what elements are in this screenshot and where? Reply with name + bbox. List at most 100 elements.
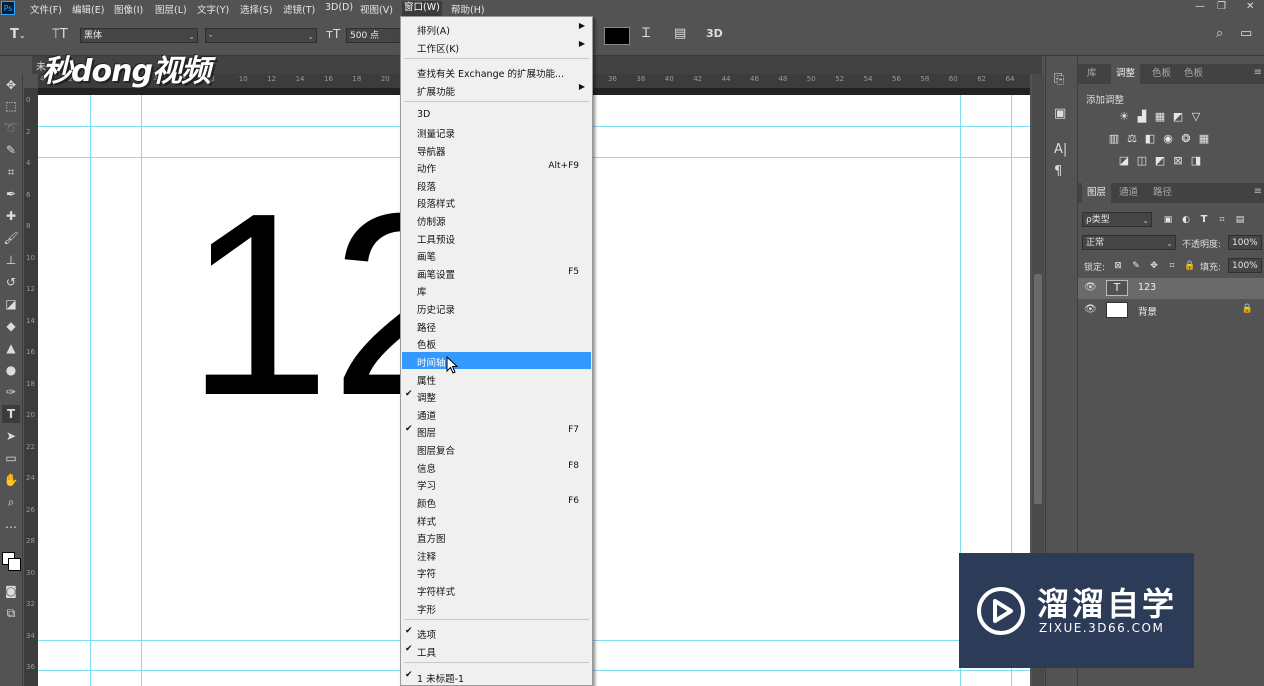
history-panel-icon[interactable]: ⎘	[1054, 72, 1064, 87]
menu-item-color[interactable]: 颜色 F6	[402, 493, 591, 510]
stamp-tool-icon[interactable]: ⊥	[2, 251, 20, 269]
menu-item-paragraph[interactable]: 段落	[402, 176, 591, 193]
lock-transparency-icon[interactable]: ⊠	[1112, 260, 1124, 272]
panel-menu-icon[interactable]: ≡	[1254, 67, 1262, 78]
black-white-icon[interactable]: ◧	[1144, 133, 1156, 145]
menu-window[interactable]: 窗口(W)	[402, 1, 442, 16]
menu-item-histogram[interactable]: 直方图	[402, 528, 591, 545]
menu-type[interactable]: 文字(Y)	[197, 2, 229, 16]
filter-adjustment-icon[interactable]: ◐	[1180, 214, 1192, 226]
menu-item-glyphs[interactable]: 字形	[402, 599, 591, 616]
menu-item-swatches[interactable]: 色板	[402, 334, 591, 351]
menu-item-tool-presets[interactable]: 工具预设	[402, 229, 591, 246]
paragraph-panel-icon[interactable]: ¶	[1054, 164, 1062, 179]
pen-tool-icon[interactable]: ✑	[2, 383, 20, 401]
menu-item-extensions[interactable]: 扩展功能 ▶	[402, 81, 591, 98]
menu-item-layer-comps[interactable]: 图层复合	[402, 440, 591, 457]
path-select-tool-icon[interactable]: ➤	[2, 427, 20, 445]
blur-tool-icon[interactable]: ▲	[2, 339, 20, 357]
font-size-select[interactable]: 500 点	[346, 28, 402, 43]
filter-smart-object-icon[interactable]: ▤	[1234, 214, 1246, 226]
panel-menu-icon[interactable]: ≡	[1254, 186, 1262, 197]
font-style-select[interactable]: - ⌄	[205, 28, 317, 43]
tab-layers[interactable]: 图层	[1082, 183, 1112, 203]
menu-item-options[interactable]: ✔ 选项	[402, 624, 591, 641]
eraser-tool-icon[interactable]: ◪	[2, 295, 20, 313]
more-tools-icon[interactable]: …	[2, 515, 20, 533]
menu-item-brush-settings[interactable]: 画笔设置 F5	[402, 264, 591, 281]
menu-item-open-document[interactable]: ✔ 1 未标题-1	[402, 668, 591, 685]
crop-tool-icon[interactable]: ⌗	[2, 163, 20, 181]
menu-image[interactable]: 图像(I)	[114, 2, 143, 16]
character-panel-icon[interactable]: A|	[1054, 142, 1067, 157]
type-tool-icon[interactable]: T	[2, 405, 20, 423]
menu-item-navigator[interactable]: 导航器	[402, 141, 591, 158]
filter-pixel-icon[interactable]: ▣	[1162, 214, 1174, 226]
threshold-icon[interactable]: ◩	[1154, 155, 1166, 167]
layer-row-text[interactable]: 👁 T 123	[1078, 278, 1264, 299]
blend-mode-select[interactable]: 正常 ⌄	[1082, 235, 1176, 250]
eye-icon[interactable]: 👁	[1084, 282, 1097, 293]
eye-icon[interactable]: 👁	[1084, 304, 1097, 315]
gradient-map-icon[interactable]: ◨	[1190, 155, 1202, 167]
rectangle-tool-icon[interactable]: ▭	[2, 449, 20, 467]
color-balance-icon[interactable]: ⚖	[1126, 133, 1138, 145]
selective-color-icon[interactable]: ⊠	[1172, 155, 1184, 167]
menu-item-notes[interactable]: 注释	[402, 546, 591, 563]
minimize-button[interactable]: —	[1195, 1, 1205, 12]
type-tool-preset-icon[interactable]: T⌄	[10, 27, 26, 42]
brush-tool-icon[interactable]: 🖌	[2, 229, 20, 247]
menu-file[interactable]: 文件(F)	[30, 2, 62, 16]
layer-filter-select[interactable]: ρ类型 ⌄	[1082, 212, 1152, 227]
menu-layer[interactable]: 图层(L)	[155, 2, 187, 16]
history-brush-tool-icon[interactable]: ↺	[2, 273, 20, 291]
quick-select-tool-icon[interactable]: ✎	[2, 141, 20, 159]
menu-item-3d[interactable]: 3D	[402, 106, 591, 123]
menu-item-actions[interactable]: 动作 Alt+F9	[402, 158, 591, 175]
lock-artboard-icon[interactable]: ⌗	[1166, 260, 1178, 272]
lock-pixels-icon[interactable]: ✎	[1130, 260, 1142, 272]
move-tool-icon[interactable]: ✥	[2, 76, 20, 94]
background-color-swatch[interactable]	[8, 558, 21, 571]
menu-item-clone-source[interactable]: 仿制源	[402, 211, 591, 228]
warp-text-icon[interactable]: Ꮖ	[642, 26, 651, 41]
tab-adjustments[interactable]: 调整	[1111, 64, 1141, 84]
fill-input[interactable]: 100%	[1228, 258, 1262, 273]
invert-icon[interactable]: ◪	[1118, 155, 1130, 167]
3d-icon[interactable]: 3D	[706, 27, 723, 40]
menu-item-exchange[interactable]: 查找有关 Exchange 的扩展功能...	[402, 63, 591, 80]
menu-item-layers[interactable]: ✔ 图层 F7	[402, 422, 591, 439]
menu-edit[interactable]: 编辑(E)	[72, 2, 104, 16]
paint-bucket-tool-icon[interactable]: ◆	[2, 317, 20, 335]
menu-item-paths[interactable]: 路径	[402, 317, 591, 334]
menu-item-character[interactable]: 字符	[402, 563, 591, 580]
exposure-icon[interactable]: ◩	[1172, 111, 1184, 123]
menu-item-tools[interactable]: ✔ 工具	[402, 642, 591, 659]
menu-item-timeline[interactable]: 时间轴	[402, 352, 591, 369]
scrollbar-thumb[interactable]	[1034, 274, 1042, 504]
lock-position-icon[interactable]: ✥	[1148, 260, 1160, 272]
menu-item-learn[interactable]: 学习	[402, 475, 591, 492]
menu-item-info[interactable]: 信息 F8	[402, 458, 591, 475]
menu-select[interactable]: 选择(S)	[240, 2, 272, 16]
healing-tool-icon[interactable]: ✚	[2, 207, 20, 225]
menu-item-properties[interactable]: 属性	[402, 370, 591, 387]
menu-item-arrange[interactable]: 排列(A) ▶	[402, 20, 591, 37]
menu-filter[interactable]: 滤镜(T)	[283, 2, 315, 16]
properties-panel-icon[interactable]: ▣	[1054, 106, 1066, 121]
hand-tool-icon[interactable]: ✋	[2, 471, 20, 489]
search-icon[interactable]: ⌕	[1216, 26, 1223, 41]
screen-mode-icon[interactable]: ⧉	[2, 604, 20, 622]
text-orientation-icon[interactable]: ⟙T	[52, 27, 68, 42]
character-panel-icon[interactable]: ▤	[674, 26, 686, 41]
lock-all-icon[interactable]: 🔒	[1184, 260, 1196, 272]
text-color-swatch[interactable]	[604, 27, 630, 45]
lasso-tool-icon[interactable]: ➰	[2, 119, 20, 137]
quick-mask-icon[interactable]: ◙	[2, 582, 20, 600]
color-lookup-icon[interactable]: ▦	[1198, 133, 1210, 145]
photo-filter-icon[interactable]: ◉	[1162, 133, 1174, 145]
menu-item-paragraph-styles[interactable]: 段落样式	[402, 193, 591, 210]
workspace-icon[interactable]: ▭	[1240, 26, 1252, 41]
menu-item-libraries[interactable]: 库	[402, 281, 591, 298]
tab-channels[interactable]: 通道	[1114, 183, 1143, 203]
